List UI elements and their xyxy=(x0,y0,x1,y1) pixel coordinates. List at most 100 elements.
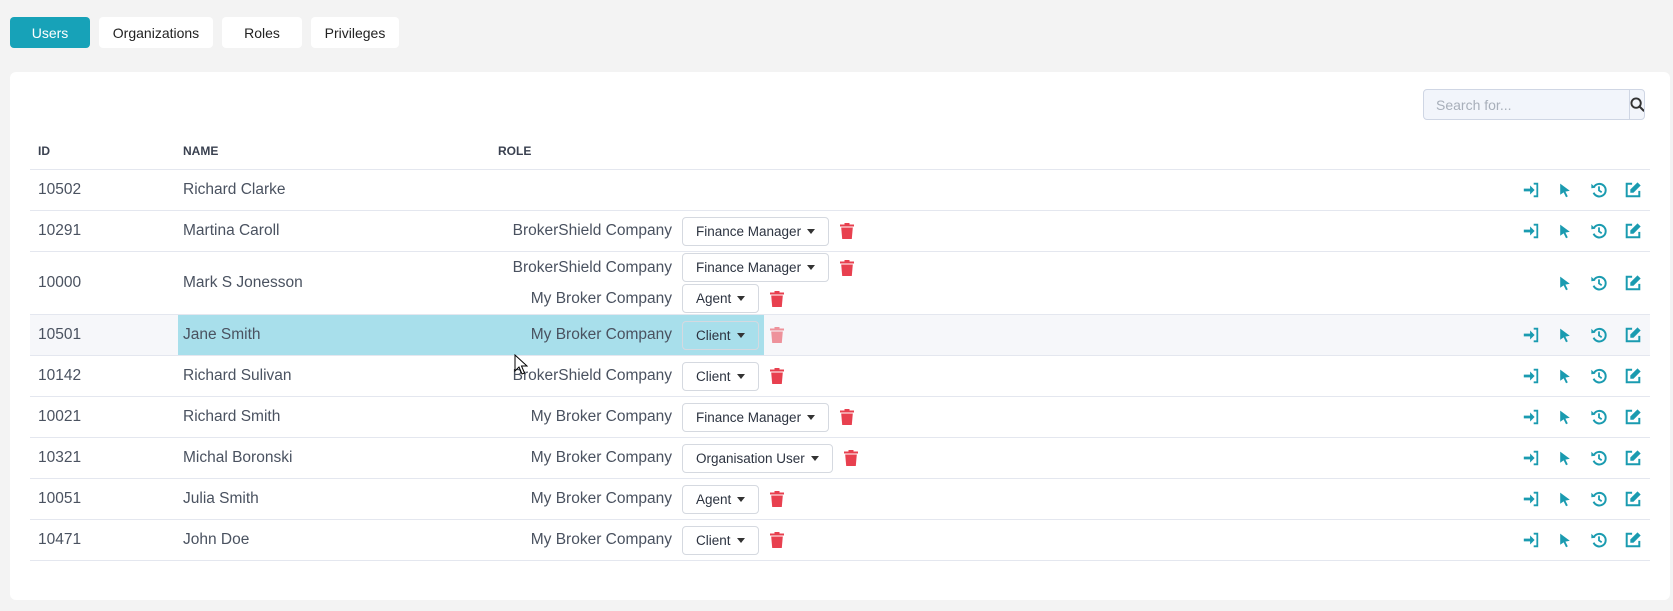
trash-icon[interactable] xyxy=(840,223,855,239)
tab-privileges[interactable]: Privileges xyxy=(311,17,399,48)
tab-users[interactable]: Users xyxy=(10,17,90,48)
trash-icon[interactable] xyxy=(769,368,784,384)
trash-icon[interactable] xyxy=(843,450,858,466)
trash-icon[interactable] xyxy=(770,491,785,507)
role-dropdown[interactable]: Finance Manager xyxy=(682,216,830,246)
search-button[interactable] xyxy=(1629,90,1644,119)
history-icon[interactable] xyxy=(1589,531,1608,550)
edit-icon[interactable] xyxy=(1623,408,1642,427)
login-as-icon[interactable] xyxy=(1521,449,1540,468)
select-user-icon[interactable] xyxy=(1555,490,1574,509)
edit-icon[interactable] xyxy=(1623,274,1642,293)
company-name: My Broker Company xyxy=(530,408,672,425)
history-icon[interactable] xyxy=(1589,449,1608,468)
user-id: 10471 xyxy=(38,531,82,548)
user-name: Martina Caroll xyxy=(183,222,280,239)
role-assignment: BrokerShield Company Finance Manager xyxy=(330,253,855,282)
edit-icon[interactable] xyxy=(1623,449,1642,468)
login-as-icon[interactable] xyxy=(1521,367,1540,386)
table-row[interactable]: 10471 John Doe My Broker Company Client xyxy=(30,520,1650,561)
tab-roles[interactable]: Roles xyxy=(222,17,302,48)
role-assignment: My Broker Company Finance Manager xyxy=(330,402,855,432)
table-row[interactable]: 10321 Michal Boronski My Broker Company O… xyxy=(30,438,1650,479)
company-name: My Broker Company xyxy=(530,449,672,466)
role-dropdown[interactable]: Finance Manager xyxy=(682,402,830,432)
login-as-icon[interactable] xyxy=(1521,490,1540,509)
user-name: Richard Sulivan xyxy=(183,367,292,384)
trash-icon[interactable] xyxy=(769,532,784,548)
role-dropdown[interactable]: Client xyxy=(682,525,759,555)
select-user-icon[interactable] xyxy=(1555,222,1574,241)
company-name: BrokerShield Company xyxy=(512,222,672,239)
caret-down-icon xyxy=(737,496,746,502)
role-dropdown-value: Agent xyxy=(696,291,732,306)
trash-icon[interactable] xyxy=(840,259,855,276)
edit-icon[interactable] xyxy=(1623,222,1642,241)
login-as-icon[interactable] xyxy=(1521,181,1540,200)
search-box xyxy=(1423,89,1645,120)
caret-down-icon xyxy=(736,537,745,543)
history-icon[interactable] xyxy=(1589,274,1608,293)
tab-bar: Users Organizations Roles Privileges xyxy=(10,17,399,48)
trash-icon[interactable] xyxy=(769,327,784,343)
user-id: 10321 xyxy=(38,449,82,466)
login-as-icon[interactable] xyxy=(1521,408,1540,427)
table-row[interactable]: 10051 Julia Smith My Broker Company Agent xyxy=(30,479,1650,520)
user-name: Jane Smith xyxy=(183,326,261,343)
row-actions xyxy=(1521,438,1642,478)
login-as-icon[interactable] xyxy=(1521,326,1540,345)
row-actions xyxy=(1521,479,1642,519)
history-icon[interactable] xyxy=(1589,490,1608,509)
role-dropdown[interactable]: Agent xyxy=(682,284,760,313)
caret-down-icon xyxy=(737,296,746,301)
row-actions xyxy=(1521,397,1642,437)
history-icon[interactable] xyxy=(1589,326,1608,345)
login-as-icon[interactable] xyxy=(1521,531,1540,550)
company-name: My Broker Company xyxy=(530,289,672,307)
table-row[interactable]: 10501 Jane Smith My Broker Company Client xyxy=(30,315,1650,356)
edit-icon[interactable] xyxy=(1623,181,1642,200)
table-row[interactable]: 10021 Richard Smith My Broker Company Fin… xyxy=(30,397,1650,438)
role-dropdown[interactable]: Agent xyxy=(682,484,760,514)
edit-icon[interactable] xyxy=(1623,326,1642,345)
select-user-icon[interactable] xyxy=(1555,449,1574,468)
history-icon[interactable] xyxy=(1589,222,1608,241)
role-dropdown[interactable]: Organisation User xyxy=(682,443,833,473)
role-list: My Broker Company Client xyxy=(330,520,784,560)
trash-icon[interactable] xyxy=(770,290,785,307)
select-user-icon[interactable] xyxy=(1555,326,1574,345)
select-user-icon[interactable] xyxy=(1555,367,1574,386)
role-assignment: My Broker Company Agent xyxy=(330,484,785,514)
table-row[interactable]: 10142 Richard Sulivan BrokerShield Compan… xyxy=(30,356,1650,397)
table-row[interactable]: 10291 Martina Caroll BrokerShield Company… xyxy=(30,211,1650,252)
table-row[interactable]: 10000 Mark S Jonesson BrokerShield Compan… xyxy=(30,252,1650,315)
role-dropdown[interactable]: Client xyxy=(682,320,759,350)
role-dropdown-value: Finance Manager xyxy=(696,223,802,239)
edit-icon[interactable] xyxy=(1623,367,1642,386)
role-assignment: BrokerShield Company Finance Manager xyxy=(330,216,855,246)
role-dropdown-value: Client xyxy=(696,368,731,384)
role-dropdown[interactable]: Client xyxy=(682,361,759,391)
edit-icon[interactable] xyxy=(1623,490,1642,509)
select-user-icon[interactable] xyxy=(1555,181,1574,200)
search-input[interactable] xyxy=(1424,90,1629,119)
edit-icon[interactable] xyxy=(1623,531,1642,550)
select-user-icon[interactable] xyxy=(1555,274,1574,293)
header-name: NAME xyxy=(183,143,219,158)
row-actions xyxy=(1521,252,1642,314)
role-dropdown[interactable]: Finance Manager xyxy=(682,253,830,282)
row-actions xyxy=(1521,356,1642,396)
role-list: My Broker Company Client xyxy=(330,315,784,355)
history-icon[interactable] xyxy=(1589,181,1608,200)
history-icon[interactable] xyxy=(1589,367,1608,386)
history-icon[interactable] xyxy=(1589,408,1608,427)
select-user-icon[interactable] xyxy=(1555,408,1574,427)
login-as-icon[interactable] xyxy=(1521,222,1540,241)
user-name: John Doe xyxy=(183,531,250,548)
tab-organizations[interactable]: Organizations xyxy=(99,17,213,48)
mouse-cursor-icon xyxy=(514,354,528,375)
table-row[interactable]: 10502 Richard Clarke xyxy=(30,170,1650,211)
search-icon xyxy=(1630,97,1644,112)
trash-icon[interactable] xyxy=(840,409,855,425)
select-user-icon[interactable] xyxy=(1555,531,1574,550)
